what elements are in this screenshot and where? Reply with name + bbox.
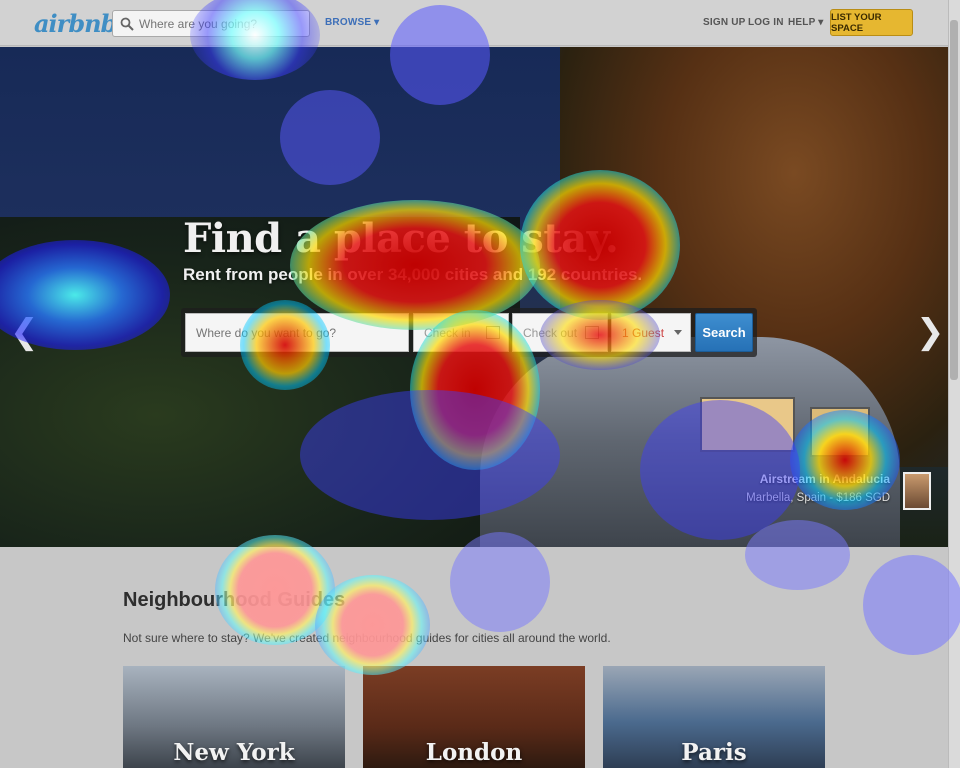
chevron-down-icon (674, 330, 682, 335)
sign-up-link[interactable]: SIGN UP (703, 17, 746, 28)
guide-card-paris[interactable]: Paris (603, 666, 825, 768)
search-icon (117, 14, 137, 34)
guide-card-label: London (425, 739, 523, 766)
destination-field[interactable] (185, 313, 409, 352)
guide-card-label: Paris (681, 739, 747, 766)
chevron-right-icon[interactable]: ❯ (916, 312, 945, 352)
check-in-field[interactable]: Check in (413, 313, 509, 352)
check-in-label: Check in (424, 325, 471, 340)
nav-search-input[interactable] (137, 16, 307, 31)
guests-value: 1 Guest (622, 325, 665, 340)
hero-title: Find a place to stay. (183, 215, 619, 262)
destination-input[interactable] (196, 325, 408, 340)
top-navigation: airbnb BROWSE ▾ SIGN UP LOG IN HELP ▾ LI… (0, 0, 948, 46)
section-title: Neighbourhood Guides (123, 589, 346, 611)
nav-search-box[interactable] (112, 10, 310, 37)
check-out-label: Check out (523, 325, 578, 340)
airbnb-logo[interactable]: airbnb (34, 9, 117, 38)
listing-location-price: Marbella, Spain - $186 SGD (746, 492, 890, 504)
section-description: Not sure where to stay? We've created ne… (123, 631, 611, 645)
host-avatar[interactable] (903, 472, 931, 510)
browse-menu[interactable]: BROWSE ▾ (325, 17, 379, 28)
calendar-icon (486, 326, 500, 339)
check-out-field[interactable]: Check out (512, 313, 608, 352)
heatmap-spot (863, 555, 960, 655)
help-menu[interactable]: HELP ▾ (788, 17, 824, 28)
log-in-link[interactable]: LOG IN (748, 17, 784, 28)
trailer-window (700, 397, 795, 452)
search-button[interactable]: Search (695, 313, 753, 352)
hero-subtitle: Rent from people in over 34,000 cities a… (183, 265, 643, 284)
scrollbar-thumb[interactable] (950, 20, 958, 380)
calendar-icon (585, 326, 599, 339)
hero-banner: Find a place to stay. Rent from people i… (0, 47, 948, 547)
guide-card-new-york[interactable]: New York (123, 666, 345, 768)
listing-title[interactable]: Airstream in Andalucia (740, 472, 890, 486)
hero-search-bar: Check in Check out 1 Guest Search (181, 308, 757, 357)
listing-caption[interactable]: Airstream in Andalucia Marbella, Spain -… (740, 472, 890, 504)
guide-card-label: New York (173, 739, 295, 766)
trailer-window (810, 407, 870, 457)
chevron-left-icon[interactable]: ❮ (10, 312, 39, 352)
list-your-space-button[interactable]: LIST YOUR SPACE (830, 9, 913, 36)
heatmap-spot (450, 532, 550, 632)
guests-select[interactable]: 1 Guest (611, 313, 691, 352)
guide-card-london[interactable]: London (363, 666, 585, 768)
